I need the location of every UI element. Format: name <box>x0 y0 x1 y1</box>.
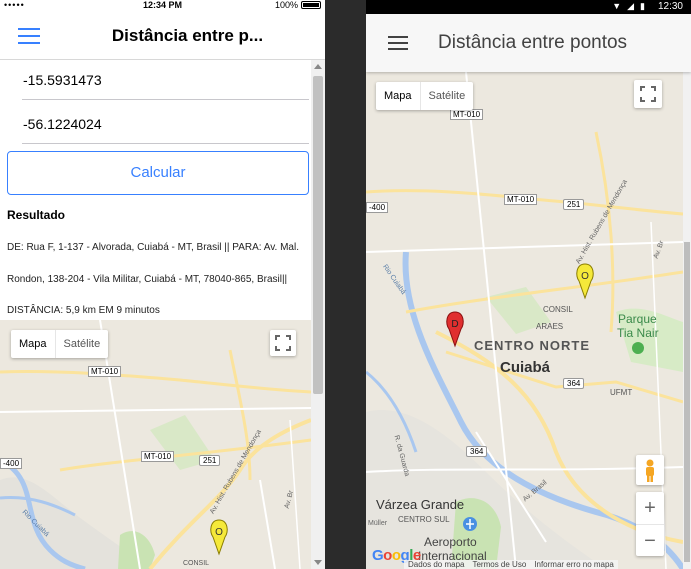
map-data-link[interactable]: Dados do mapa <box>408 560 464 569</box>
longitude-field[interactable]: -56.1224024 <box>22 104 309 144</box>
consil-label: CONSIL <box>183 560 210 567</box>
map-type-control: Mapa Satélite <box>11 330 109 358</box>
ios-map[interactable]: O MT-010 -400 MT-010 251 Rio Cuiabá Av. … <box>0 320 311 569</box>
ios-scrollbar[interactable] <box>311 60 325 569</box>
consil-label: CONSIL <box>543 305 573 314</box>
screenshot-stage: ••••• 12:34 PM 100% Distância entre p...… <box>0 0 691 569</box>
route-label-400: -400 <box>366 202 389 213</box>
destination-marker-letter: D <box>451 319 458 330</box>
result-text: DE: Rua F, 1-137 - Alvorada, Cuiabá - MT… <box>7 242 299 316</box>
calculate-button[interactable]: Calcular <box>7 151 309 195</box>
route-label-400: -400 <box>0 458 23 469</box>
route-label-251: 251 <box>199 455 221 466</box>
route-label-mt010: MT-010 <box>450 109 484 120</box>
araes-label: ARAES <box>536 322 564 331</box>
wifi-icon: ▼ <box>612 1 622 11</box>
android-map[interactable]: D O MT-010 -400 MT-010 251 Rio Cuiabá Av… <box>366 72 683 569</box>
origin-marker-letter: O <box>581 271 589 282</box>
signal-icon: ◢ <box>627 1 635 11</box>
terms-link[interactable]: Termos de Uso <box>472 560 526 569</box>
map-type-control: Mapa Satélite <box>376 82 474 110</box>
battery-percent: 100% <box>274 0 298 10</box>
cuiaba-label: Cuiabá <box>500 359 551 376</box>
zoom-out-button[interactable]: − <box>636 524 664 556</box>
scroll-down-icon[interactable] <box>314 560 322 565</box>
menu-icon[interactable] <box>18 28 40 44</box>
page-title: Distância entre pontos <box>438 32 628 53</box>
fullscreen-icon[interactable] <box>270 330 296 356</box>
status-time: 12:30 <box>657 1 683 12</box>
battery-icon <box>301 1 321 9</box>
menu-icon[interactable] <box>388 36 408 50</box>
report-error-link[interactable]: Informar erro no mapa <box>534 560 614 569</box>
android-header: Distância entre pontos <box>366 14 691 72</box>
route-label-mt010: MT-010 <box>88 366 122 377</box>
fullscreen-icon[interactable] <box>634 80 662 108</box>
muller-label: Müller <box>368 520 388 527</box>
map-type-satellite[interactable]: Satélite <box>419 82 474 110</box>
ios-header: Distância entre p... <box>0 12 325 60</box>
map-type-map[interactable]: Mapa <box>376 82 420 110</box>
page-title: Distância entre p... <box>111 26 264 45</box>
map-type-satellite[interactable]: Satélite <box>54 330 109 358</box>
park-icon <box>632 342 644 354</box>
route-label-251: 251 <box>563 199 585 210</box>
ios-content: -15.5931473 -56.1224024 Calcular Resulta… <box>0 60 311 569</box>
route-label-364b: 364 <box>466 446 488 457</box>
map-type-map[interactable]: Mapa <box>11 330 55 358</box>
battery-icon: ▮ <box>640 1 645 11</box>
android-scrollbar[interactable] <box>683 72 691 569</box>
pegman-icon[interactable] <box>636 455 664 485</box>
zoom-in-button[interactable]: + <box>636 492 664 524</box>
route-label-mt010b: MT-010 <box>504 194 538 205</box>
scroll-up-icon[interactable] <box>314 64 322 69</box>
route-label-364a: 364 <box>563 378 585 389</box>
zoom-control: + − <box>636 492 664 556</box>
centro-norte-label: CENTRO NORTE <box>474 338 590 353</box>
ios-phone: ••••• 12:34 PM 100% Distância entre p...… <box>0 0 325 569</box>
route-label-mt010b: MT-010 <box>141 451 175 462</box>
map-attribution: Dados do mapa Termos de Uso Informar err… <box>404 560 618 569</box>
varzea-grande-label: Várzea Grande <box>376 497 465 512</box>
latitude-field[interactable]: -15.5931473 <box>22 60 309 100</box>
airport-icon <box>463 517 477 531</box>
aeroporto-label: Aeroporto <box>424 535 477 549</box>
ios-status-bar: ••••• 12:34 PM 100% <box>0 0 325 12</box>
origin-marker-letter: O <box>215 527 223 538</box>
scroll-thumb[interactable] <box>684 242 690 562</box>
result-title: Resultado <box>7 208 66 222</box>
parque-label: Parque <box>618 312 657 326</box>
android-phone: ▼ ◢ ▮ 12:30 Distância entre pontos D O M… <box>366 0 691 569</box>
scroll-thumb[interactable] <box>313 76 323 394</box>
android-status-bar: ▼ ◢ ▮ 12:30 <box>366 0 691 14</box>
ufmt-label: UFMT <box>610 388 633 397</box>
tia-nair-label: Tia Nair <box>617 326 659 340</box>
centro-sul-label: CENTRO SUL <box>398 515 450 524</box>
